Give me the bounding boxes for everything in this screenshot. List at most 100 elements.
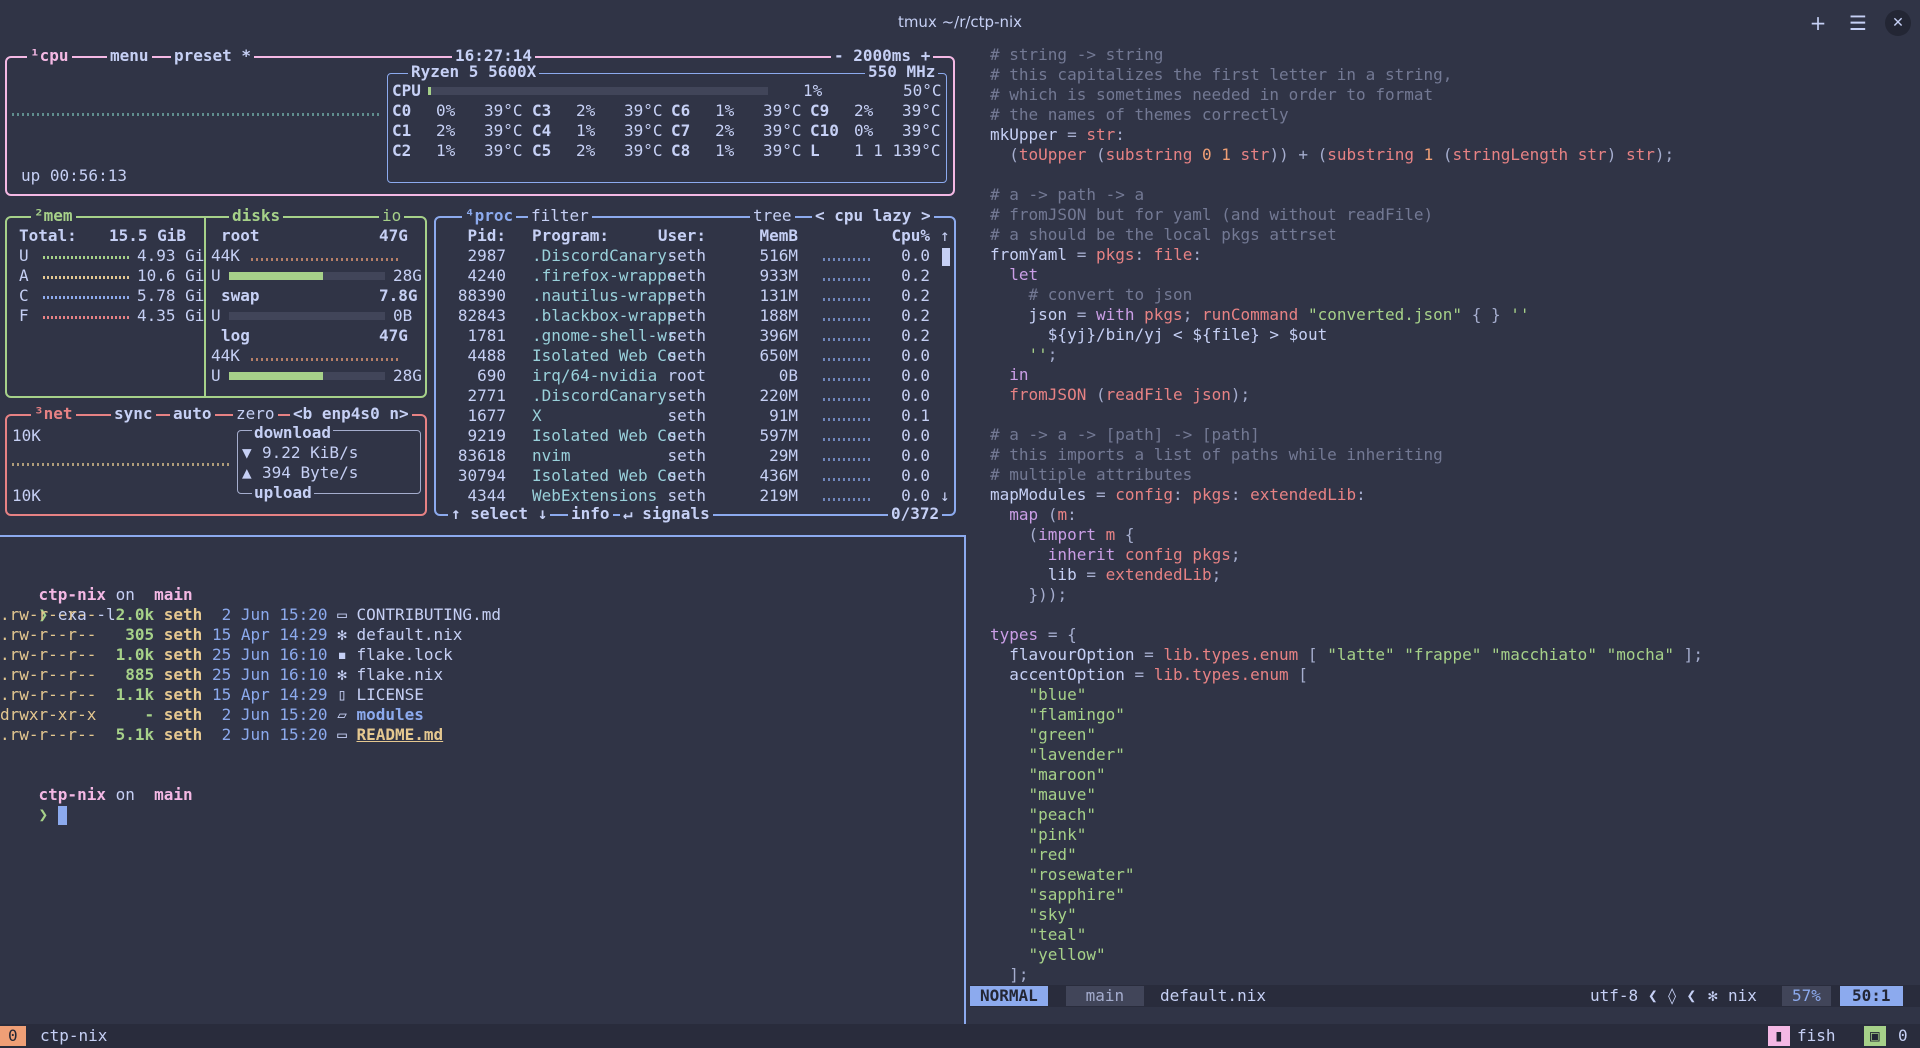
nvim-editor[interactable]: # string -> string # this capitalizes the… <box>990 45 1915 985</box>
net-stats-panel: download ▼ 9.22 KiB/s ▲ 394 Byte/s uploa… <box>237 423 421 503</box>
file-type-icon: ✻ <box>337 665 347 684</box>
proc-row[interactable]: 2771 .DiscordCanary-seth 220M 0.0 <box>436 386 936 406</box>
mem-row-meter <box>43 256 131 259</box>
proc-signals-button[interactable]: ↵ signals <box>620 504 713 524</box>
tmux-session-name[interactable]: ctp-nix <box>40 1026 107 1046</box>
file-size: 1.0k <box>105 645 155 664</box>
proc-cell: 690 <box>477 366 506 385</box>
file-encoding: utf-8 <box>1590 986 1639 1005</box>
proc-tree-toggle[interactable]: tree <box>750 206 795 226</box>
proc-cell: 91M <box>769 406 798 425</box>
net-auto-toggle[interactable]: auto <box>170 404 215 424</box>
pane-border-vertical[interactable] <box>964 535 966 1025</box>
disk-used-meter <box>229 312 385 320</box>
proc-row[interactable]: 9219 Isolated Web Co seth 597M 0.0 <box>436 426 936 446</box>
proc-info-button[interactable]: info <box>568 504 613 524</box>
tmux-window-index[interactable]: 0 <box>0 1026 26 1046</box>
file-owner: seth <box>163 605 203 624</box>
code-line: mkUpper = str: <box>990 125 1125 144</box>
proc-box-title[interactable]: ⁴proc <box>462 206 517 226</box>
cpu-menu-button[interactable]: menu <box>107 46 152 66</box>
window-titlebar: tmux ~/r/ctp-nix + ☰ ✕ <box>0 0 1920 46</box>
code-line: "pink" <box>1028 825 1087 844</box>
proc-row[interactable]: 30794 Isolated Web Co seth 436M 0.0 <box>436 466 936 486</box>
net-sync-toggle[interactable]: sync <box>111 404 156 424</box>
cpu-uptime: up 00:56:13 <box>21 166 127 185</box>
proc-sort-selector[interactable]: < cpu lazy > <box>812 206 934 226</box>
proc-row[interactable]: 1781 .gnome-shell-wr seth 396M 0.2 <box>436 326 936 346</box>
proc-scrollbar[interactable] <box>942 248 950 266</box>
file-name[interactable]: default.nix <box>356 625 462 644</box>
proc-row[interactable]: 4488 Isolated Web Co seth 650M 0.0 <box>436 346 936 366</box>
scroll-up-icon[interactable]: ↑ <box>940 226 950 246</box>
cpu-box-title[interactable]: ¹cpu <box>27 46 72 66</box>
pane-border-horizontal[interactable] <box>0 535 964 537</box>
proc-row[interactable]: 82843 .blackbox-wrapp seth 188M 0.2 <box>436 306 936 326</box>
code-line: (toUpper (substring 0 1 str)) + (substri… <box>1009 145 1675 164</box>
proc-row[interactable]: 1677 Xseth 91M 0.1 <box>436 406 936 426</box>
proc-row[interactable]: 4344 WebExtensions seth 219M 0.0 <box>436 486 936 506</box>
proc-cell: seth <box>667 346 706 365</box>
proc-cell: 131M <box>759 286 798 305</box>
io-toggle[interactable]: io <box>379 206 405 226</box>
shell-input-line[interactable]: ❯ <box>0 785 67 825</box>
code-line: inherit config pkgs; <box>1047 545 1241 564</box>
close-button[interactable]: ✕ <box>1885 10 1911 36</box>
download-arrow-icon: ▼ <box>242 443 252 462</box>
file-name[interactable]: flake.lock <box>356 645 452 664</box>
separator-icon: ❮ ◊ ❮ <box>1648 986 1697 1005</box>
disk-io-graph <box>251 358 401 361</box>
file-name[interactable]: LICENSE <box>356 685 423 704</box>
disk-used-value: 28G <box>393 266 422 285</box>
shell-pane[interactable]: ctp-nix on main ❯ exa -l .rw-r--r-- 2.0k… <box>0 565 960 825</box>
file-name[interactable]: README.md <box>356 725 443 744</box>
scroll-down-icon[interactable]: ↓ <box>940 486 950 506</box>
net-zero-toggle[interactable]: zero <box>233 404 278 424</box>
proc-cell: 4488 <box>467 346 506 365</box>
mem-row-meter <box>43 296 131 299</box>
proc-row[interactable]: 690 irq/64-nvidia root 0B 0.0 <box>436 366 936 386</box>
proc-row[interactable]: 83618 nvim seth 29M 0.0 <box>436 446 936 466</box>
disk-used-label: U <box>211 266 221 285</box>
proc-cell: 2987 <box>467 246 506 265</box>
proc-row[interactable]: 2987 .DiscordCanary-seth 516M 0.0 <box>436 246 936 266</box>
code-line: (import m { <box>1028 525 1135 544</box>
net-interface-selector[interactable]: <b enp4s0 n> <box>290 404 412 424</box>
proc-filter-button[interactable]: filter <box>528 206 592 226</box>
proc-row[interactable]: 88390 .nautilus-wrapp seth 131M 0.2 <box>436 286 936 306</box>
file-permissions: .rw-r--r-- <box>0 685 97 704</box>
proc-cell: 0.0 <box>901 446 930 465</box>
mem-row-value: 10.6 Gi <box>137 266 205 285</box>
cpu-core-temp: 39°C <box>624 141 663 160</box>
proc-cell: 1781 <box>467 326 506 345</box>
file-permissions: .rw-r--r-- <box>0 725 97 744</box>
disk-size: 7.8G <box>379 286 418 305</box>
new-tab-button[interactable]: + <box>1805 10 1831 36</box>
proc-row[interactable]: 4240 .firefox-wrappe seth 933M 0.2 <box>436 266 936 286</box>
file-type: nix <box>1728 986 1757 1005</box>
proc-select-control[interactable]: ↑ select ↓ <box>448 504 551 524</box>
file-name[interactable]: modules <box>356 705 423 724</box>
mem-box-title[interactable]: ²mem <box>31 206 76 226</box>
proc-cell: 4240 <box>467 266 506 285</box>
file-entry: .rw-r--r-- 5.1k seth 2 Jun 15:20 ▭ READM… <box>0 725 443 745</box>
cpu-core-temp: 39°C <box>624 101 663 120</box>
code-line: mapModules = config: pkgs: extendedLib: <box>990 485 1366 504</box>
proc-cell: seth <box>667 446 706 465</box>
code-line: # convert to json <box>990 285 1193 304</box>
menu-button[interactable]: ☰ <box>1845 10 1871 36</box>
cpu-core-usage: 2% <box>854 101 874 120</box>
proc-cell: 597M <box>759 426 798 445</box>
mem-row-label: C <box>19 286 29 305</box>
proc-cell: 0B <box>778 366 798 385</box>
proc-cell: 0.2 <box>901 266 930 285</box>
cpu-preset-button[interactable]: preset * <box>171 46 255 66</box>
net-box-title[interactable]: ³net <box>31 404 76 424</box>
mem-row-label: A <box>19 266 29 285</box>
file-size: 1.1k <box>105 685 155 704</box>
cpu-model: Ryzen 5 5600X <box>408 62 540 82</box>
file-name[interactable]: CONTRIBUTING.md <box>356 605 501 624</box>
file-name[interactable]: flake.nix <box>356 665 443 684</box>
disk-io-graph <box>251 258 401 261</box>
code-line: # multiple attributes <box>990 465 1193 484</box>
